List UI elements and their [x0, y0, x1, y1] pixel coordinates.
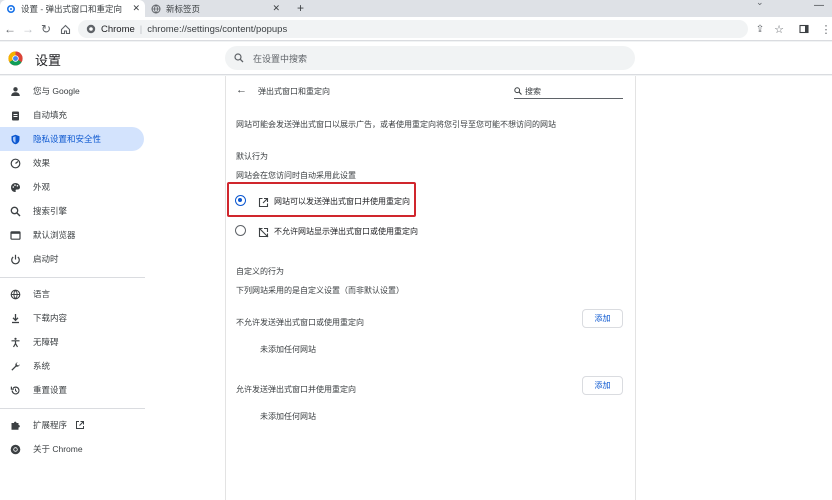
- highlight-box: [227, 182, 416, 217]
- globe-icon: [151, 4, 161, 14]
- sidebar-item-accessibility[interactable]: 无障碍: [0, 330, 144, 354]
- new-tab-button[interactable]: +: [297, 1, 304, 15]
- sidebar-item-autofill[interactable]: 自动填充: [0, 103, 144, 127]
- share-icon[interactable]: ⇪: [752, 21, 768, 37]
- minimize-icon[interactable]: —: [814, 0, 824, 11]
- block-popups-radio[interactable]: [235, 225, 246, 236]
- sidebar-item-search-engine[interactable]: 搜索引擎: [0, 199, 144, 223]
- url-separator: |: [139, 23, 143, 35]
- custom-behavior-description: 下列网站采用的是自定义设置（而非默认设置）: [236, 286, 404, 295]
- sidebar-item-extensions[interactable]: 扩展程序: [0, 413, 144, 437]
- puzzle-icon: [9, 419, 21, 431]
- external-link-icon: [75, 420, 85, 430]
- block-empty-text: 未添加任何网站: [260, 345, 316, 354]
- sidebar-item-default-browser[interactable]: 默认浏览器: [0, 223, 144, 247]
- sidebar-divider: [0, 277, 145, 278]
- add-blocked-site-button[interactable]: 添加: [582, 309, 623, 328]
- sidebar-item-reset-settings[interactable]: 重置设置: [0, 378, 144, 402]
- site-search-placeholder: 搜索: [525, 86, 541, 96]
- chrome-site-icon: [86, 24, 96, 34]
- home-button[interactable]: [57, 21, 73, 37]
- sidebar-item-you-and-google[interactable]: 您与 Google: [0, 79, 144, 103]
- add-allowed-site-button[interactable]: 添加: [582, 376, 623, 395]
- settings-header: 设置 在设置中搜索: [0, 42, 832, 75]
- default-behavior-heading: 默认行为: [236, 152, 268, 161]
- sidebar-item-performance[interactable]: 效果: [0, 151, 144, 175]
- sidebar-item-downloads[interactable]: 下载内容: [0, 306, 144, 330]
- url-path: chrome://settings/content/popups: [147, 23, 288, 35]
- power-icon: [9, 253, 21, 265]
- home-icon: [60, 24, 70, 34]
- tab-close-button[interactable]: ✕: [272, 3, 280, 14]
- gear-icon: [6, 4, 16, 14]
- sidebar: 您与 Google 自动填充 隐私设置和安全性 效果 外观 搜索引擎 默认浏览器…: [0, 76, 150, 500]
- tab-title: 设置 - 弹出式窗口和重定向: [21, 3, 123, 14]
- accessibility-icon: [9, 336, 21, 348]
- chrome-icon: [9, 443, 21, 455]
- popup-blocked-icon: [258, 225, 269, 243]
- reset-icon: [9, 384, 21, 396]
- search-icon: [234, 53, 244, 63]
- settings-search-input[interactable]: 在设置中搜索: [225, 46, 635, 70]
- chrome-logo-icon: [8, 51, 23, 71]
- sidebar-item-languages[interactable]: 语言: [0, 282, 144, 306]
- url-site: Chrome: [101, 23, 135, 35]
- gauge-icon: [9, 157, 21, 169]
- sidebar-item-appearance[interactable]: 外观: [0, 175, 144, 199]
- site-search-input[interactable]: 搜索: [514, 84, 623, 99]
- menu-kebab-icon[interactable]: ⋮: [818, 21, 832, 37]
- tab-settings[interactable]: 设置 - 弹出式窗口和重定向 ✕: [0, 0, 145, 17]
- search-icon: [9, 205, 21, 217]
- sidebar-item-about-chrome[interactable]: 关于 Chrome: [0, 437, 144, 461]
- tab-strip: 设置 - 弹出式窗口和重定向 ✕ 新标签页 ✕ + ⌄ —: [0, 0, 832, 17]
- allow-section-title: 允许发送弹出式窗口并使用重定向: [236, 385, 356, 394]
- clipboard-icon: [9, 109, 21, 121]
- block-section-title: 不允许发送弹出式窗口或使用重定向: [236, 318, 364, 327]
- page-heading: 弹出式窗口和重定向: [258, 87, 330, 96]
- default-behavior-description: 网站会在您访问时自动采用此设置: [236, 171, 356, 180]
- download-icon: [9, 312, 21, 324]
- address-bar[interactable]: Chrome | chrome://settings/content/popup…: [78, 20, 748, 38]
- sidebar-item-privacy-security[interactable]: 隐私设置和安全性: [0, 127, 144, 151]
- allow-empty-text: 未添加任何网站: [260, 412, 316, 421]
- back-arrow-button[interactable]: ←: [236, 84, 247, 96]
- page-description: 网站可能会发送弹出式窗口以展示广告，或者使用重定向将您引导至您可能不想访问的网站: [236, 120, 556, 129]
- wrench-icon: [9, 360, 21, 372]
- tab-new-tab[interactable]: 新标签页 ✕: [145, 0, 285, 17]
- tab-title: 新标签页: [166, 3, 201, 14]
- bookmark-star-icon[interactable]: ☆: [771, 21, 787, 37]
- reload-button[interactable]: ↻: [38, 21, 54, 37]
- forward-button[interactable]: →: [20, 21, 36, 37]
- browser-toolbar: ← → ↻ Chrome | chrome://settings/content…: [0, 17, 832, 41]
- block-popups-label[interactable]: 不允许网站显示弹出式窗口或使用重定向: [274, 226, 418, 237]
- sidebar-item-system[interactable]: 系统: [0, 354, 144, 378]
- sidebar-item-on-startup[interactable]: 启动时: [0, 247, 144, 271]
- back-button[interactable]: ←: [2, 21, 18, 37]
- tab-search-chevron-icon[interactable]: ⌄: [756, 0, 764, 8]
- palette-icon: [9, 181, 21, 193]
- browser-icon: [9, 229, 21, 241]
- search-icon: [514, 87, 522, 95]
- side-panel-icon[interactable]: [796, 21, 812, 37]
- tab-close-button[interactable]: ✕: [132, 3, 140, 14]
- sidebar-divider: [0, 408, 145, 409]
- page-title: 设置: [35, 53, 62, 68]
- globe-icon: [9, 288, 21, 300]
- person-icon: [9, 85, 21, 97]
- shield-icon: [9, 133, 21, 145]
- search-placeholder: 在设置中搜索: [253, 53, 308, 64]
- custom-behavior-heading: 自定义的行为: [236, 267, 284, 276]
